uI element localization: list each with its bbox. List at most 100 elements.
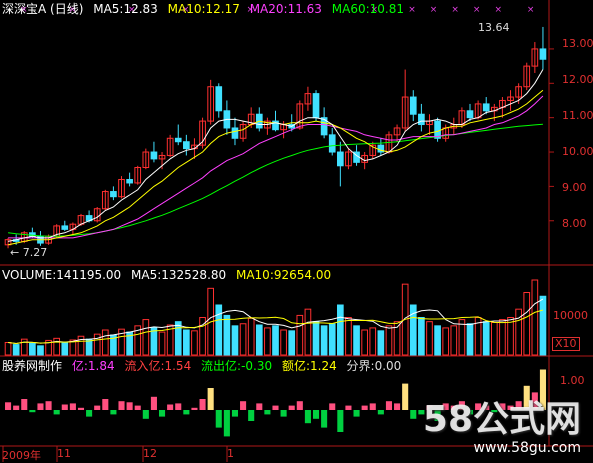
candle-body xyxy=(409,96,417,115)
money-flow-bar xyxy=(13,405,20,410)
volume-bar xyxy=(442,327,450,356)
volume-bar xyxy=(458,319,466,356)
candle-body xyxy=(126,179,133,184)
money-flow-bar xyxy=(272,405,279,410)
candle-body xyxy=(482,103,490,112)
money-flow-bar xyxy=(77,407,85,410)
volume-legend: VOLUME:141195.00 MA5:132528.80 MA10:9265… xyxy=(2,268,337,282)
candle-body xyxy=(539,48,547,60)
volume-bar xyxy=(12,344,20,356)
boundary-value: 分界:0.00 xyxy=(346,359,402,373)
volume-bar xyxy=(426,321,433,356)
volume-bar xyxy=(239,323,247,356)
stock-title: 深深宝A (日线) xyxy=(2,2,84,16)
money-flow-bar xyxy=(134,405,141,410)
money-flow-bar xyxy=(337,410,344,432)
volume-bar xyxy=(280,329,287,356)
volume-bar xyxy=(418,317,425,356)
money-flow-bar xyxy=(369,403,376,410)
volume-value: VOLUME:141195.00 xyxy=(2,268,122,282)
candle-body xyxy=(336,151,344,167)
money-flow-bar xyxy=(345,405,352,410)
money-flow-bar xyxy=(69,403,76,410)
volume-bar xyxy=(507,317,514,356)
candle-body xyxy=(418,113,425,126)
money-flow-bar xyxy=(158,410,166,417)
money-flow-bar xyxy=(53,410,60,415)
money-flow-bar xyxy=(223,410,230,437)
x-axis-label: 2009年 xyxy=(2,449,41,462)
money-flow-bar xyxy=(175,403,182,410)
volume-bar xyxy=(304,308,312,356)
ma20-value: MA20:11.63 xyxy=(249,2,322,16)
volume-bar xyxy=(264,327,271,356)
candle-body xyxy=(110,191,117,198)
volume-bar xyxy=(215,304,223,356)
y-tick-label: 11.00 xyxy=(562,109,593,122)
volume-bar xyxy=(191,330,198,356)
volume-bar xyxy=(320,325,328,356)
candle-body xyxy=(466,110,474,119)
x-axis-label: 12 xyxy=(143,447,157,460)
money-flow-bar xyxy=(21,399,28,410)
money-flow-bar xyxy=(329,403,336,410)
volume-bar xyxy=(539,295,547,356)
ma60-value: MA60:10.81 xyxy=(331,2,404,16)
y-tick-label: 10.00 xyxy=(562,145,593,158)
volume-bar xyxy=(499,319,506,356)
outflow-value: 流出亿:-0.30 xyxy=(201,359,273,373)
volume-bar xyxy=(255,324,263,356)
money-flow-bar xyxy=(280,410,287,417)
watermark-brand: 58公式网 xyxy=(422,399,581,440)
money-flow-bar xyxy=(142,410,149,419)
y-tick-label: 8.00 xyxy=(562,217,587,230)
volume-bar xyxy=(183,329,190,356)
volume-y-tick: 10000 xyxy=(553,309,588,322)
volume-bar xyxy=(361,329,368,356)
volume-bar xyxy=(296,314,304,356)
volume-bar xyxy=(336,304,344,356)
event-marker: × xyxy=(527,5,535,15)
indicator-title: 股养网制作 xyxy=(2,359,63,373)
candle-body xyxy=(174,137,182,143)
candle-body xyxy=(215,86,223,112)
volume-bar xyxy=(20,338,28,356)
x-axis-label: 11 xyxy=(57,447,71,460)
money-flow-bar xyxy=(353,410,360,417)
money-flow-bar xyxy=(183,410,190,415)
y-tick-label: 9.00 xyxy=(562,181,587,194)
volume-bar xyxy=(247,317,255,356)
money-flow-bar xyxy=(126,402,133,410)
money-flow-bar xyxy=(45,401,52,410)
high-price-label: 13.64 xyxy=(478,21,510,34)
money-flow-bar xyxy=(207,388,214,410)
stock-chart[interactable]: × × × × × × × × × × × × xyxy=(0,0,593,462)
money-flow-bar xyxy=(5,402,12,410)
money-flow-bar xyxy=(94,405,101,410)
volume-bar xyxy=(53,337,61,356)
volume-bar xyxy=(377,330,385,356)
volume-bar xyxy=(482,321,490,356)
ma10-value: MA10:12.17 xyxy=(167,2,240,16)
volume-bar xyxy=(450,325,458,356)
volume-bar xyxy=(490,322,498,356)
volume-bar xyxy=(142,319,150,356)
volume-bar xyxy=(150,327,158,356)
indicator-legend: 股养网制作 亿:1.84 流入亿:1.54 流出亿:-0.30 额亿:1.24 … xyxy=(2,359,407,373)
volume-bar xyxy=(231,325,239,356)
volume-ma10-value: MA10:92654.00 xyxy=(235,268,332,282)
money-flow-bar xyxy=(29,410,36,413)
y-tick-label: 12.00 xyxy=(562,73,593,86)
money-flow-bar xyxy=(394,403,401,410)
candle-body xyxy=(150,151,158,160)
money-flow-bar xyxy=(402,383,409,410)
money-flow-bar xyxy=(361,405,368,410)
volume-bar xyxy=(223,314,231,356)
volume-bar xyxy=(29,342,36,356)
money-flow-bar xyxy=(312,410,320,419)
volume-bar xyxy=(272,325,279,356)
volume-bar xyxy=(288,330,296,356)
volume-bar xyxy=(174,321,182,356)
chart-stage[interactable]: × × × × × × × × × × × × 深深宝A (日线) MA5:12.83 MA10:12… xyxy=(0,0,593,462)
volume-bar xyxy=(4,342,12,356)
